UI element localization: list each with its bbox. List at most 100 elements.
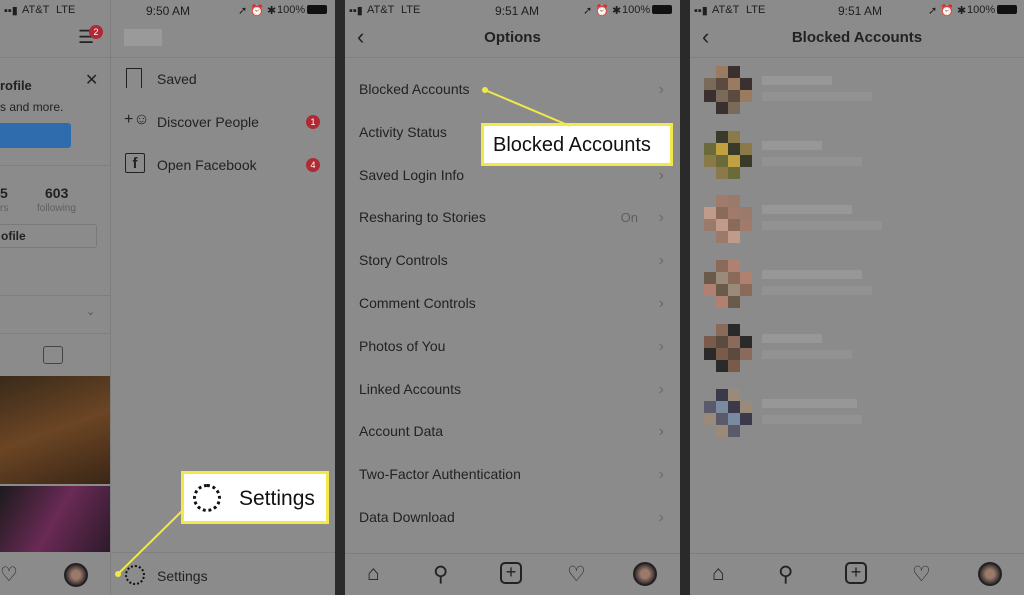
option-row[interactable]: Two-Factor Authentication › bbox=[359, 453, 668, 496]
option-row[interactable]: Resharing to Stories On › bbox=[359, 196, 668, 239]
edit-profile-button[interactable]: ofile bbox=[0, 224, 97, 248]
blocked-account-row[interactable] bbox=[690, 259, 1024, 310]
facebook-icon: f bbox=[125, 153, 145, 173]
photo-thumbnail[interactable] bbox=[0, 486, 110, 552]
heart-icon[interactable]: ♡ bbox=[567, 562, 586, 587]
battery-icon bbox=[997, 5, 1017, 14]
profile-avatar-icon[interactable] bbox=[633, 562, 657, 586]
option-label: Story Controls bbox=[359, 252, 448, 269]
add-person-icon: +☺ bbox=[124, 111, 150, 128]
chevron-right-icon: › bbox=[658, 380, 664, 398]
home-icon[interactable]: ⌂ bbox=[712, 562, 725, 586]
option-label: Saved Login Info bbox=[359, 166, 465, 183]
banner-text: s and more. bbox=[0, 100, 64, 114]
status-icons: ➚ ⏰ ✱ bbox=[928, 5, 967, 17]
signal-icon: ▪▪▮ bbox=[349, 5, 363, 17]
option-label: Data Download bbox=[359, 509, 455, 525]
option-label: Account Data bbox=[359, 423, 444, 440]
option-row[interactable]: Data Download › bbox=[359, 496, 668, 539]
heart-icon[interactable]: ♡ bbox=[912, 562, 931, 587]
blocked-account-row[interactable] bbox=[690, 130, 1024, 181]
option-label: Two-Factor Authentication bbox=[359, 466, 521, 483]
chevron-right-icon: › bbox=[658, 423, 664, 441]
search-icon[interactable]: ⚲ bbox=[433, 562, 448, 587]
username-blurred bbox=[124, 29, 162, 46]
bookmark-icon bbox=[126, 68, 142, 88]
menu-item-discover-people[interactable]: +☺ Discover People 1 bbox=[124, 109, 324, 135]
battery-percent: 100% bbox=[277, 4, 306, 16]
status-icons: ➚ ⏰ ✱ bbox=[583, 5, 622, 17]
chevron-right-icon: › bbox=[658, 252, 664, 270]
fullname-blurred bbox=[762, 350, 852, 359]
page-title: Options bbox=[484, 29, 541, 46]
following-count: 603 bbox=[45, 185, 69, 201]
settings-callout: Settings bbox=[181, 471, 329, 524]
gear-icon bbox=[125, 565, 145, 585]
blocked-account-row[interactable] bbox=[690, 66, 1024, 116]
option-row[interactable]: Story Controls › bbox=[359, 239, 668, 282]
followers-count: 5 bbox=[0, 185, 8, 201]
username-blurred bbox=[762, 398, 857, 408]
option-row[interactable]: Photos of You › bbox=[359, 325, 668, 368]
battery-icon bbox=[652, 5, 672, 14]
bottom-nav: ⌂ ⚲ + ♡ bbox=[345, 553, 680, 595]
option-row[interactable]: Linked Accounts › bbox=[359, 368, 668, 411]
close-icon[interactable]: ✕ bbox=[85, 70, 98, 90]
profile-avatar-icon[interactable] bbox=[978, 562, 1002, 586]
blocked-account-row[interactable] bbox=[690, 324, 1024, 374]
time: 9:50 AM bbox=[146, 4, 191, 18]
username-blurred bbox=[762, 334, 822, 343]
blocked-accounts-screen: ▪▪▮ AT&T LTE 9:51 AM ➚ ⏰ ✱ 100% ‹ Blocke… bbox=[690, 0, 1024, 595]
option-row[interactable]: Blocked Accounts › bbox=[359, 68, 668, 111]
avatar bbox=[704, 66, 752, 114]
profile-avatar-icon[interactable] bbox=[64, 563, 88, 587]
following-label: following bbox=[37, 203, 76, 214]
username-blurred bbox=[762, 140, 822, 150]
fullname-blurred bbox=[762, 285, 872, 295]
search-icon[interactable]: ⚲ bbox=[778, 562, 793, 587]
chevron-right-icon: › bbox=[658, 466, 664, 484]
option-label: Photos of You bbox=[359, 337, 446, 354]
username-blurred bbox=[762, 205, 852, 214]
menu-item-saved[interactable]: Saved bbox=[124, 66, 324, 92]
banner-title: rofile bbox=[0, 78, 32, 93]
chevron-right-icon: › bbox=[658, 81, 664, 98]
add-post-icon[interactable]: + bbox=[500, 562, 522, 584]
fullname-blurred bbox=[762, 156, 862, 166]
option-label: Activity Status bbox=[359, 123, 447, 140]
chevron-right-icon: › bbox=[658, 509, 664, 526]
blocked-account-row[interactable] bbox=[690, 388, 1024, 439]
signal-icon: ▪▪▮ bbox=[694, 5, 708, 17]
option-row[interactable]: Comment Controls › bbox=[359, 282, 668, 325]
avatar bbox=[704, 324, 752, 372]
menu-item-open-facebook[interactable]: f Open Facebook 4 bbox=[124, 152, 324, 178]
status-bar: ▪▪▮ AT&T LTE 9:51 AM ➚ ⏰ ✱ 100% bbox=[690, 0, 1024, 20]
photo-thumbnail[interactable] bbox=[0, 376, 110, 484]
home-icon[interactable]: ⌂ bbox=[367, 562, 380, 586]
avatar bbox=[704, 195, 752, 243]
option-label: Linked Accounts bbox=[359, 380, 461, 397]
add-post-icon[interactable]: + bbox=[845, 562, 867, 584]
username-blurred bbox=[762, 76, 832, 85]
chevron-right-icon: › bbox=[658, 295, 664, 312]
option-row[interactable]: Account Data › bbox=[359, 410, 668, 453]
avatar bbox=[704, 388, 752, 437]
chevron-down-icon[interactable]: ⌄ bbox=[86, 305, 95, 318]
avatar bbox=[704, 259, 752, 308]
blocked-accounts-callout: Blocked Accounts bbox=[481, 123, 673, 166]
tagged-photos-icon[interactable] bbox=[43, 346, 63, 364]
blocked-account-row[interactable] bbox=[690, 195, 1024, 245]
banner-button[interactable] bbox=[0, 123, 71, 148]
menu-badge: 2 bbox=[89, 25, 103, 39]
bottom-nav: ⌂ ⚲ + ♡ bbox=[690, 553, 1024, 595]
status-icons: ➚ ⏰ ✱ bbox=[238, 5, 277, 17]
option-value: On bbox=[620, 210, 638, 226]
username-blurred bbox=[762, 269, 862, 279]
fullname-blurred bbox=[762, 92, 872, 101]
followers-label: rs bbox=[0, 203, 9, 214]
heart-icon[interactable]: ♡ bbox=[0, 562, 18, 587]
settings-item[interactable]: Settings bbox=[124, 564, 324, 590]
battery-icon bbox=[307, 5, 327, 14]
chevron-right-icon: › bbox=[658, 337, 664, 355]
option-label: Comment Controls bbox=[359, 295, 476, 311]
